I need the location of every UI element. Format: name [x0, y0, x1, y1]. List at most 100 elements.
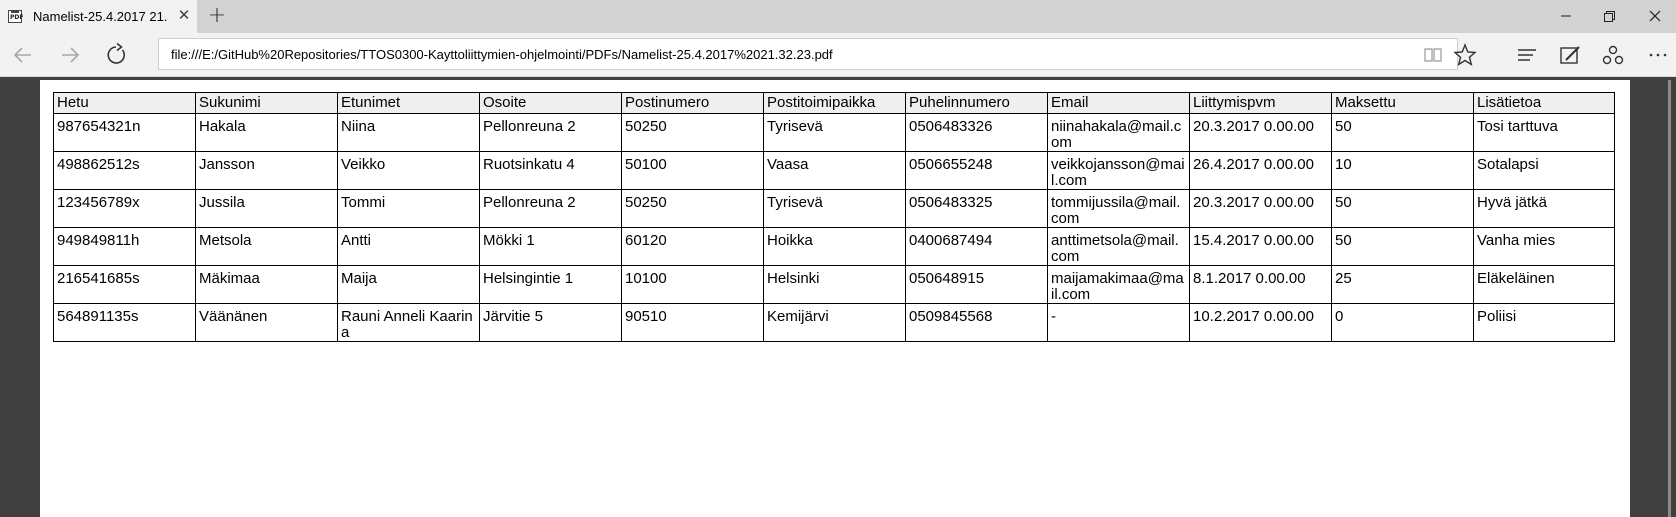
table-cell: 0400687494	[905, 227, 1048, 266]
column-header: Liittymispvm	[1189, 92, 1332, 114]
column-header: Postinumero	[621, 92, 764, 114]
table-cell: Vaasa	[763, 151, 906, 190]
table-cell: Hyvä jätkä	[1473, 189, 1615, 228]
table-cell: Tyrisevä	[763, 113, 906, 152]
share-icon[interactable]	[1598, 41, 1628, 69]
column-header: Sukunimi	[195, 92, 338, 114]
table-cell: -	[1047, 303, 1190, 342]
table-cell: 10.2.2017 0.00.00	[1189, 303, 1332, 342]
table-cell: 050648915	[905, 265, 1048, 304]
column-header: Email	[1047, 92, 1190, 114]
table-cell: 564891135s	[53, 303, 196, 342]
minimize-icon[interactable]	[1551, 6, 1581, 26]
table-cell: 0506483326	[905, 113, 1048, 152]
table-cell: 10	[1331, 151, 1474, 190]
table-cell: 0506483325	[905, 189, 1048, 228]
table-cell: 60120	[621, 227, 764, 266]
table-cell: Tommi	[337, 189, 480, 228]
table-cell: Antti	[337, 227, 480, 266]
close-window-icon[interactable]	[1640, 6, 1670, 26]
table-cell: 20.3.2017 0.00.00	[1189, 113, 1332, 152]
column-header: Puhelinnumero	[905, 92, 1048, 114]
table-cell: Pellonreuna 2	[479, 189, 622, 228]
column-header: Hetu	[53, 92, 196, 114]
column-header: Osoite	[479, 92, 622, 114]
address-bar[interactable]: file:///E:/GitHub%20Repositories/TTOS030…	[158, 38, 1458, 70]
refresh-icon[interactable]	[102, 41, 132, 69]
web-note-icon[interactable]	[1555, 41, 1585, 69]
table-cell: 123456789x	[53, 189, 196, 228]
table-cell: Helsingintie 1	[479, 265, 622, 304]
table-cell: anttimetsola@mail.com	[1047, 227, 1190, 266]
table-cell: Rauni Anneli Kaarina	[337, 303, 480, 342]
favorite-star-icon[interactable]	[1450, 41, 1480, 69]
table-cell: 50	[1331, 227, 1474, 266]
table-cell: niinahakala@mail.com	[1047, 113, 1190, 152]
table-cell: veikkojansson@mail.com	[1047, 151, 1190, 190]
pdf-page: Hetu Sukunimi Etunimet Osoite Postinumero Pos…	[40, 80, 1630, 517]
navigation-bar: file:///E:/GitHub%20Repositories/TTOS030…	[0, 33, 1676, 77]
close-tab-icon[interactable]: ✕	[176, 8, 192, 24]
table-cell: Hakala	[195, 113, 338, 152]
table-cell: Järvitie 5	[479, 303, 622, 342]
table-cell: 0509845568	[905, 303, 1048, 342]
table-cell: Ruotsinkatu 4	[479, 151, 622, 190]
table-cell: 15.4.2017 0.00.00	[1189, 227, 1332, 266]
table-cell: 987654321n	[53, 113, 196, 152]
namelist-table: Hetu Sukunimi Etunimet Osoite Postinumero Pos…	[53, 92, 1615, 342]
table-cell: Väänänen	[195, 303, 338, 342]
table-row: 949849811h Metsola Antti Mökki 1 60120 Hoikka…	[53, 227, 1615, 266]
table-cell: 8.1.2017 0.00.00	[1189, 265, 1332, 304]
table-cell: Tosi tarttuva	[1473, 113, 1615, 152]
table-row: 987654321n Hakala Niina Pellonreuna 2 50250 T…	[53, 113, 1615, 152]
more-options-icon[interactable]	[1643, 41, 1673, 69]
table-cell: 216541685s	[53, 265, 196, 304]
column-header: Etunimet	[337, 92, 480, 114]
restore-icon[interactable]	[1594, 6, 1624, 26]
table-cell: 498862512s	[53, 151, 196, 190]
pdf-file-icon: PDF	[8, 10, 23, 23]
table-cell: Poliisi	[1473, 303, 1615, 342]
column-header: Lisätietoa	[1473, 92, 1615, 114]
table-cell: Vanha mies	[1473, 227, 1615, 266]
table-cell: 50	[1331, 113, 1474, 152]
table-cell: Jussila	[195, 189, 338, 228]
table-row: 498862512s Jansson Veikko Ruotsinkatu 4 5010…	[53, 151, 1615, 190]
table-cell: Maija	[337, 265, 480, 304]
table-cell: Pellonreuna 2	[479, 113, 622, 152]
table-row: 216541685s Mäkimaa Maija Helsingintie 1 1010…	[53, 265, 1615, 304]
column-header: Maksettu	[1331, 92, 1474, 114]
table-cell: Tyrisevä	[763, 189, 906, 228]
table-cell: Niina	[337, 113, 480, 152]
new-tab-plus-icon[interactable]: +	[207, 5, 227, 27]
scrollbar[interactable]	[1668, 80, 1671, 517]
table-row: 123456789x Jussila Tommi Pellonreuna 2 50250…	[53, 189, 1615, 228]
table-cell: 0506655248	[905, 151, 1048, 190]
table-cell: 50	[1331, 189, 1474, 228]
back-arrow-icon[interactable]	[8, 41, 38, 69]
table-cell: Kemijärvi	[763, 303, 906, 342]
table-cell: maijamakimaa@mail.com	[1047, 265, 1190, 304]
address-url: file:///E:/GitHub%20Repositories/TTOS030…	[171, 47, 833, 62]
table-cell: 10100	[621, 265, 764, 304]
table-body: 987654321n Hakala Niina Pellonreuna 2 50250 T…	[53, 113, 1615, 342]
table-cell: Hoikka	[763, 227, 906, 266]
table-cell: tommijussila@mail.com	[1047, 189, 1190, 228]
hub-menu-icon[interactable]	[1512, 41, 1542, 69]
table-cell: 90510	[621, 303, 764, 342]
table-cell: 50250	[621, 189, 764, 228]
table-cell: 0	[1331, 303, 1474, 342]
table-cell: Mäkimaa	[195, 265, 338, 304]
table-cell: 50250	[621, 113, 764, 152]
reading-view-icon[interactable]	[1423, 46, 1443, 64]
forward-arrow-icon[interactable]	[55, 41, 85, 69]
table-row: 564891135s Väänänen Rauni Anneli Kaarina Jä…	[53, 303, 1615, 342]
tab-pdf[interactable]: PDF Namelist-25.4.2017 21.32.23.pdf ✕	[0, 0, 197, 33]
table-cell: 26.4.2017 0.00.00	[1189, 151, 1332, 190]
table-cell: 25	[1331, 265, 1474, 304]
table-header-row: Hetu Sukunimi Etunimet Osoite Postinumero Pos…	[53, 92, 1615, 114]
table-cell: 50100	[621, 151, 764, 190]
table-cell: Jansson	[195, 151, 338, 190]
column-header: Postitoimipaikka	[763, 92, 906, 114]
table-cell: Helsinki	[763, 265, 906, 304]
